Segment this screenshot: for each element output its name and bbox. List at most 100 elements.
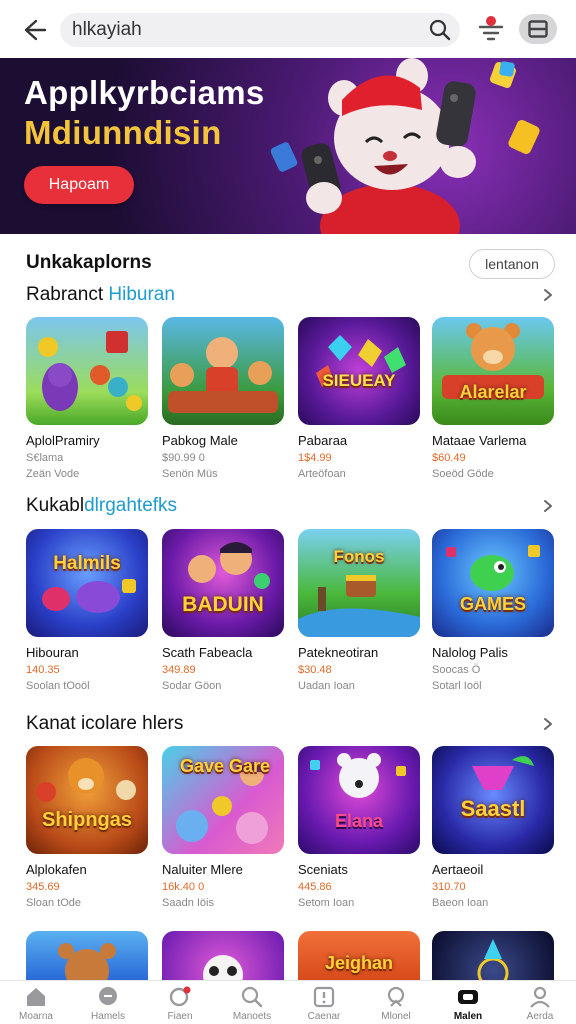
nav-label: Moarna bbox=[19, 1011, 53, 1022]
search-icon[interactable] bbox=[428, 18, 452, 42]
promo-banner[interactable]: Applkyrbciams Mdiunndisin Hapoam bbox=[0, 58, 576, 234]
app-name: Sceniats bbox=[298, 862, 348, 877]
menu-button[interactable] bbox=[519, 14, 557, 44]
app-price: 349.89 bbox=[162, 664, 196, 676]
app-thumbnail[interactable] bbox=[162, 317, 284, 425]
app-card[interactable]: Pabkog Male $90.99 0 Senön Müs bbox=[162, 317, 284, 480]
app-card[interactable]: Elana Sceniats 445.86 Setom Ioan bbox=[298, 746, 420, 909]
bear-mascot-illustration bbox=[270, 58, 540, 234]
app-price: $60.49 bbox=[432, 452, 466, 464]
page-heading-text: Unkakaplorns bbox=[26, 252, 152, 273]
notification-dot bbox=[486, 16, 496, 26]
section-title-prefix: Rabranct bbox=[26, 284, 104, 305]
app-thumbnail[interactable] bbox=[26, 317, 148, 425]
fox-character-art bbox=[36, 758, 136, 802]
bottom-navigation: Moarna Hamels Fiaen Manoets Caenar Mlone… bbox=[0, 980, 576, 1024]
app-name: Hibouran bbox=[26, 645, 79, 660]
nav-home[interactable]: Moarna bbox=[0, 981, 72, 1024]
section-title-accent: icolare hlers bbox=[80, 713, 184, 734]
app-price: 345.69 bbox=[26, 881, 60, 893]
app-card[interactable] bbox=[26, 931, 148, 980]
nav-label: Aerda bbox=[526, 1011, 554, 1022]
info-icon bbox=[313, 986, 335, 1008]
nav-info[interactable]: Caenar bbox=[288, 981, 360, 1024]
app-thumbnail[interactable]: GAMES bbox=[432, 529, 554, 637]
search-input[interactable] bbox=[72, 19, 412, 41]
app-price: $90.99 0 bbox=[162, 452, 205, 464]
app-thumbnail[interactable]: Shipngas bbox=[26, 746, 148, 854]
app-card[interactable]: BADUIN Scath Fabeacla 349.89 Sodar Göon bbox=[162, 529, 284, 692]
back-button[interactable] bbox=[20, 16, 50, 44]
section-title-prefix: Kukabl bbox=[26, 495, 85, 516]
app-name: Nalolog Palis bbox=[432, 645, 508, 660]
app-meta: Zeän Vode bbox=[26, 468, 80, 480]
nav-games[interactable]: Malen bbox=[432, 981, 504, 1024]
app-meta: Sodar Göon bbox=[162, 680, 222, 692]
app-card[interactable]: Gave Gare Naluiter Mlere 16k.40 0 Saadn … bbox=[162, 746, 284, 909]
nav-messages[interactable]: Hamels bbox=[72, 981, 144, 1024]
app-name: Mataae Varlema bbox=[432, 433, 527, 448]
app-thumbnail[interactable]: Halmils bbox=[26, 529, 148, 637]
app-card[interactable]: SIEUEAY Pabaraa 1$4.99 Arteöfoan bbox=[298, 317, 420, 480]
app-meta: Sotarl Ioöl bbox=[432, 680, 482, 692]
chat-bubble-icon bbox=[99, 987, 117, 1005]
thumb-title: Saastl bbox=[460, 796, 526, 821]
app-card[interactable]: Jeighan bbox=[298, 931, 420, 980]
thumb-title: Elana bbox=[334, 811, 384, 831]
app-name: Naluiter Mlere bbox=[162, 862, 243, 877]
nav-profile-badge[interactable]: Mlonel bbox=[360, 981, 432, 1024]
animal-character-art bbox=[58, 943, 116, 980]
emblem-art bbox=[477, 939, 509, 980]
app-name: Aertaeoil bbox=[432, 862, 484, 877]
app-thumbnail[interactable] bbox=[26, 931, 148, 980]
app-card[interactable] bbox=[432, 931, 554, 980]
person-icon bbox=[530, 986, 550, 1008]
app-meta: Arteöfoan bbox=[298, 468, 346, 480]
app-card[interactable] bbox=[162, 931, 284, 980]
app-card[interactable]: GAMES Nalolog Palis Soocas Ö Sotarl Ioöl bbox=[432, 529, 554, 692]
filter-button[interactable] bbox=[476, 14, 506, 44]
thumb-title: Halmils bbox=[53, 553, 121, 574]
polar-bear-art bbox=[310, 753, 406, 798]
app-card[interactable]: Alarelar Mataae Varlema $60.49 Soeöd Göd… bbox=[432, 317, 554, 480]
app-thumbnail[interactable]: Elana bbox=[298, 746, 420, 854]
app-thumbnail[interactable]: Gave Gare bbox=[162, 746, 284, 854]
nav-search[interactable]: Manoets bbox=[216, 981, 288, 1024]
section-title-accent: Hiburan bbox=[108, 284, 175, 305]
section-title-prefix: Kanat bbox=[26, 713, 76, 734]
filter-tag-button[interactable]: lentanon bbox=[469, 249, 555, 279]
app-price: 445.86 bbox=[298, 881, 332, 893]
nav-account[interactable]: Aerda bbox=[504, 981, 576, 1024]
app-card[interactable]: Halmils Hibouran 140.35 Soolan tOoöl bbox=[26, 529, 148, 692]
search-icon bbox=[241, 986, 263, 1008]
treasure-island-art bbox=[298, 575, 420, 637]
app-thumbnail[interactable] bbox=[432, 931, 554, 980]
app-card[interactable]: Fonos Patekneotiran $30.48 Uadan Ioan bbox=[298, 529, 420, 692]
app-card[interactable]: Saastl Aertaeoil 310.70 Baeon Ioan bbox=[432, 746, 554, 909]
chevron-right-icon[interactable] bbox=[540, 287, 556, 303]
app-name: Alplokafen bbox=[26, 862, 87, 877]
bear-character-art bbox=[442, 323, 544, 399]
banner-cta-button[interactable]: Hapoam bbox=[24, 166, 134, 204]
app-thumbnail[interactable]: BADUIN bbox=[162, 529, 284, 637]
app-price: $30.48 bbox=[298, 664, 332, 676]
app-thumbnail[interactable]: Alarelar bbox=[432, 317, 554, 425]
nav-label: Fiaen bbox=[167, 1011, 193, 1022]
nav-label: Caenar bbox=[307, 1011, 341, 1022]
page-heading: Unkakaplorns bbox=[26, 252, 152, 274]
app-card[interactable]: Shipngas Alplokafen 345.69 Sloan tOde bbox=[26, 746, 148, 909]
app-card[interactable]: AplolPramiry S€lama Zeän Vode bbox=[26, 317, 148, 480]
app-thumbnail[interactable]: Jeighan bbox=[298, 931, 420, 980]
app-meta: Soeöd Göde bbox=[432, 468, 494, 480]
nav-notifications[interactable]: Fiaen bbox=[144, 981, 216, 1024]
app-thumbnail[interactable]: Saastl bbox=[432, 746, 554, 854]
app-thumbnail[interactable]: SIEUEAY bbox=[298, 317, 420, 425]
chevron-right-icon[interactable] bbox=[540, 498, 556, 514]
app-price: Soocas Ö bbox=[432, 664, 481, 676]
puzzle-pieces-art bbox=[42, 579, 136, 613]
app-thumbnail[interactable] bbox=[162, 931, 284, 980]
search-bar bbox=[60, 13, 460, 47]
app-thumbnail[interactable]: Fonos bbox=[298, 529, 420, 637]
app-name: AplolPramiry bbox=[26, 433, 100, 448]
chevron-right-icon[interactable] bbox=[540, 716, 556, 732]
